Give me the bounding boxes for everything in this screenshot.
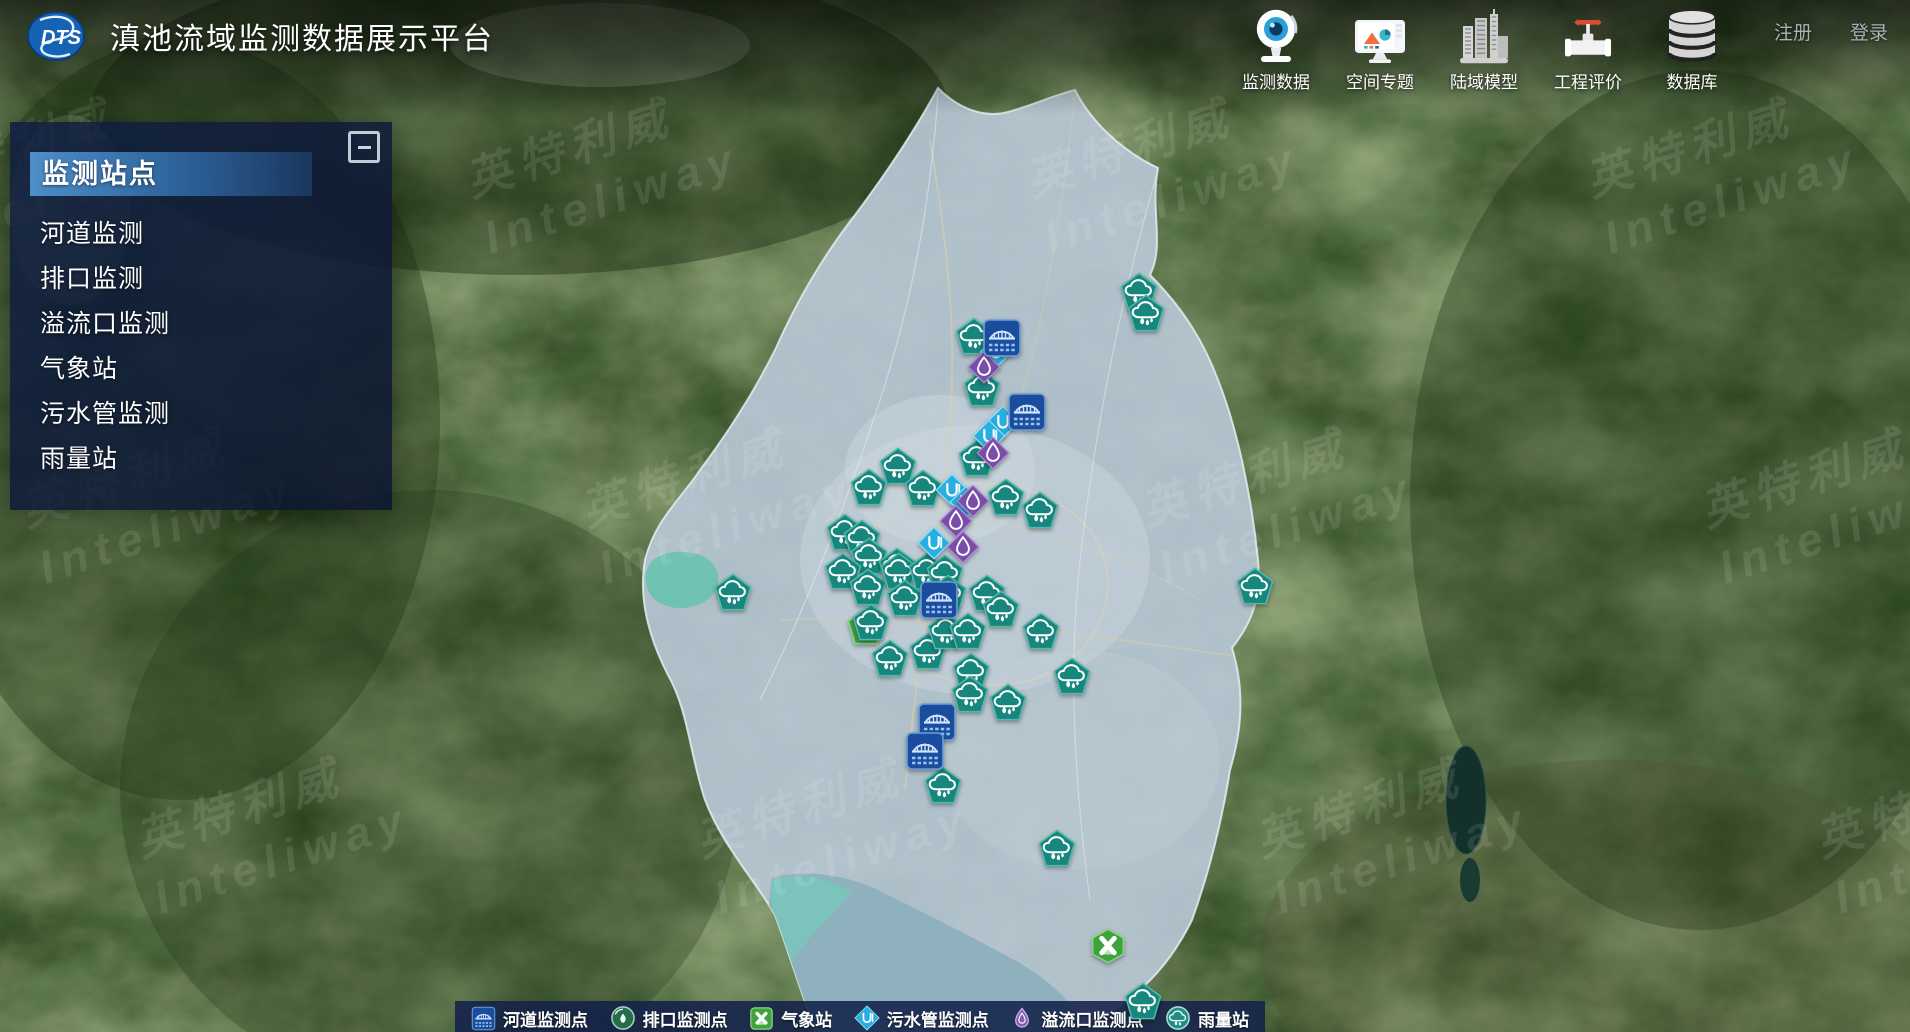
river-marker[interactable] [905,731,945,771]
nav-item-spatial-topics[interactable]: 空间专题 [1328,2,1432,93]
panel-item-list: 河道监测 排口监测 溢流口监测 气象站 污水管监测 雨量站 [40,212,392,482]
svg-text:DTS: DTS [41,27,82,49]
rain-marker[interactable] [924,766,962,804]
database-icon [1664,2,1720,66]
valve-icon [1561,2,1615,66]
nav-label: 工程评价 [1554,68,1622,93]
rain-marker[interactable] [871,639,909,677]
sidebar-item-outlet-monitoring[interactable]: 排口监测 [40,257,392,302]
panel-collapse-button[interactable] [348,131,380,163]
rain-marker[interactable] [987,478,1025,516]
register-link[interactable]: 注册 [1774,18,1812,45]
rain-marker[interactable] [1022,612,1060,650]
sidebar-item-overflow-monitoring[interactable]: 溢流口监测 [40,302,392,347]
river-marker[interactable] [1007,392,1047,432]
panel-title-monitoring-stations[interactable]: 监测站点 [30,152,312,196]
river-marker[interactable] [982,318,1022,358]
rain-marker[interactable] [852,603,890,641]
app-logo: DTS [26,10,86,62]
monitoring-stations-panel: 监测站点 河道监测 排口监测 溢流口监测 气象站 污水管监测 雨量站 [10,122,392,510]
rain-marker[interactable] [989,683,1027,721]
rain-marker[interactable] [714,573,752,611]
monitor-icon [1353,2,1407,66]
nav-item-database[interactable]: 数据库 [1640,2,1744,93]
overflow-marker[interactable] [976,436,1010,470]
sidebar-item-weather-station[interactable]: 气象站 [40,347,392,392]
brand: DTS 滇池流域监测数据展示平台 [26,10,494,62]
nav-item-land-model[interactable]: 陆域模型 [1432,2,1536,93]
app-root: 英特利威Inteliway英特利威Inteliway英特利威Inteliway英… [0,0,1910,1032]
rain-marker[interactable] [1124,982,1162,1020]
sidebar-item-rain-gauge-station[interactable]: 雨量站 [40,437,392,482]
nav-label: 数据库 [1666,68,1717,93]
overflow-marker[interactable] [946,530,980,564]
login-link[interactable]: 登录 [1850,18,1888,45]
rain-marker[interactable] [982,590,1020,628]
sidebar-item-sewage-pipe-monitoring[interactable]: 污水管监测 [40,392,392,437]
river-marker[interactable] [919,580,959,620]
rain-marker[interactable] [1021,491,1059,529]
page-title: 滇池流域监测数据展示平台 [110,14,494,58]
sidebar-item-river-monitoring[interactable]: 河道监测 [40,212,392,257]
rain-marker[interactable] [1127,294,1165,332]
rain-marker[interactable] [1236,567,1274,605]
rain-marker[interactable] [1053,657,1091,695]
nav-label: 监测数据 [1242,68,1310,93]
camera-icon [1250,2,1302,66]
weather-marker[interactable] [1090,928,1126,964]
auth-links: 注册 登录 [1774,18,1888,45]
buildings-icon [1457,2,1511,66]
nav-label: 陆域模型 [1450,68,1518,93]
nav-item-engineering-evaluation[interactable]: 工程评价 [1536,2,1640,93]
nav-label: 空间专题 [1346,68,1414,93]
top-navigation: 监测数据 空间专题 [1224,2,1888,93]
rain-marker[interactable] [1038,829,1076,867]
rain-marker[interactable] [850,468,888,506]
nav-item-monitoring-data[interactable]: 监测数据 [1224,2,1328,93]
